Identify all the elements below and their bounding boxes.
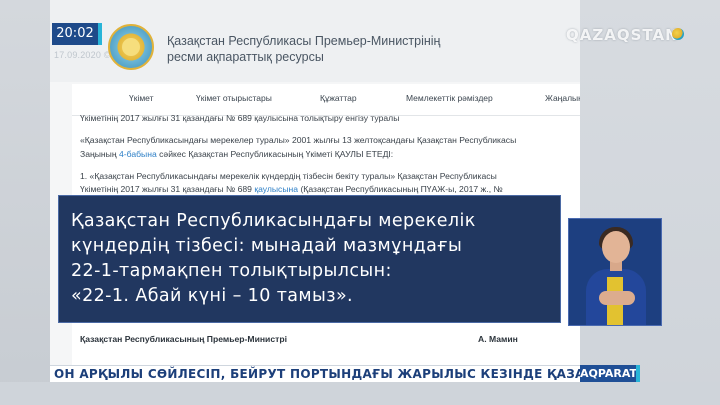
site-header: 17.09.2020 ©QazaqTV Қазақстан Республика… [50,0,580,82]
document-line-5-pre: Үкіметінің 2017 жылғы 31 қазандағы № 689 [80,184,255,194]
ticker-text: ОН АРҚЫЛЫ СӨЙЛЕСІП, БЕЙРУТ ПОРТЫНДАҒЫ ЖА… [54,367,610,381]
state-emblem-icon [108,24,154,70]
background-right [580,0,720,405]
background-left [0,0,50,405]
document-line-3-post: сәйкес Қазақстан Республикасының Үкіметі… [156,149,394,159]
caption-line-3: 22-1-тармақпен толықтырылсын: [71,261,392,281]
news-ticker: ОН АРҚЫЛЫ СӨЙЛЕСІП, БЕЙРУТ ПОРТЫНДАҒЫ ЖА… [50,365,609,382]
document-line-4: 1. «Қазақстан Республикасындағы мерекелі… [80,171,497,181]
ticker-brand: AQPARAT [580,365,638,382]
document-line-1: Үкіметінің 2017 жылғы 31 қазандағы № 689… [80,113,400,123]
clock-accent [98,23,102,45]
channel-logo: QAZAQSTAN [566,26,679,44]
channel-logo-icon [672,28,684,40]
nav-item-state-symbols[interactable]: Мемлекеттік рәміздер [406,93,493,103]
clock: 20:02 [52,23,98,45]
caption-box: Қазақстан Республикасындағы мерекелік кү… [58,195,561,323]
nav-item-documents[interactable]: Құжаттар [320,93,357,103]
nav-item-meetings[interactable]: Үкімет отырыстары [196,93,272,103]
bottom-band [0,382,720,405]
interpreter-head [602,231,630,263]
sign-language-interpreter [568,218,662,326]
site-title: Қазақстан Республикасы Премьер-Министрін… [167,33,467,65]
resolution-link[interactable]: қаулысына [254,184,298,194]
article-link[interactable]: 4-бабына [119,149,157,159]
document-line-5-post: (Қазақстан Республикасының ПҮАЖ-ы, 2017 … [298,184,503,194]
nav-item-news[interactable]: Жаңалықтар [545,93,580,103]
document-line-3-pre: Заңының [80,149,119,159]
signature-name: А. Мамин [478,334,518,344]
caption-line-1: Қазақстан Республикасындағы мерекелік [71,211,476,231]
emblem-center [122,38,140,56]
caption-line-2: күндердің тізбесі: мынадай мазмұндағы [71,236,463,256]
interpreter-hands [599,291,635,305]
nav-item-government[interactable]: Үкімет [129,93,154,103]
caption-text: Қазақстан Республикасындағы мерекелік кү… [71,209,556,309]
caption-line-4: «22-1. Абай күні – 10 тамыз». [71,286,354,306]
document-line-3: Заңының 4-бабына сәйкес Қазақстан Респуб… [80,148,393,160]
signature-title: Қазақстан Республикасының Премьер-Минист… [80,334,287,344]
ticker-accent [636,365,640,382]
document-line-2: «Қазақстан Республикасындағы мерекелер т… [80,135,517,145]
document-line-5: Үкіметінің 2017 жылғы 31 қазандағы № 689… [80,183,503,195]
site-title-line1: Қазақстан Республикасы Премьер-Министрін… [167,34,441,48]
site-title-line2: ресми ақпараттық ресурсы [167,50,324,64]
